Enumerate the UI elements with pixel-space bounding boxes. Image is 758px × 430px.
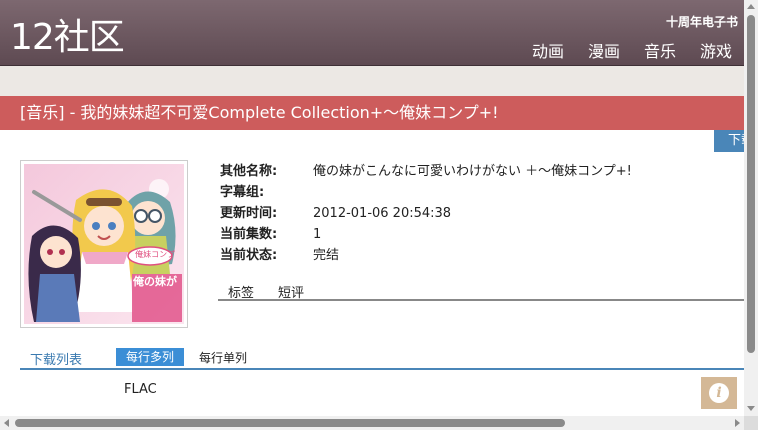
vertical-scroll-thumb[interactable] <box>747 15 755 353</box>
scroll-right-arrow-icon[interactable] <box>735 419 740 427</box>
info-button[interactable]: i <box>701 377 737 409</box>
single-column-toggle[interactable]: 每行单列 <box>199 349 247 366</box>
horizontal-scroll-thumb[interactable] <box>15 419 565 427</box>
info-value: 2012-01-06 20:54:38 <box>313 206 452 221</box>
cover-art-text: 俺の妹が <box>133 275 177 288</box>
sub-header-band <box>0 66 744 96</box>
info-key: 字幕组: <box>220 185 265 200</box>
page-title: [音乐] - 我的妹妹超不可爱Complete Collection+～俺妹コン… <box>0 96 744 130</box>
info-key: 当前状态: <box>220 248 278 263</box>
scrollbar-corner <box>744 416 758 430</box>
vertical-scrollbar[interactable] <box>744 0 758 416</box>
scroll-up-arrow-icon[interactable] <box>747 4 755 9</box>
page-viewport: 12社区 十周年电子书 动画 漫画 音乐 游戏 [音乐] - 我的妹妹超不可爱C… <box>0 0 744 416</box>
site-header: 12社区 十周年电子书 动画 漫画 音乐 游戏 <box>0 0 744 66</box>
nav-item-manga[interactable]: 漫画 <box>588 38 620 62</box>
nav-item-games[interactable]: 游戏 <box>700 38 732 62</box>
nav-item-anime[interactable]: 动画 <box>532 38 564 62</box>
cover-badge-text: 俺妹コンプ <box>135 250 175 259</box>
info-icon: i <box>709 383 729 403</box>
info-key: 更新时间: <box>220 206 278 221</box>
info-key: 其他名称: <box>220 164 278 179</box>
horizontal-scrollbar[interactable] <box>0 416 744 430</box>
download-button[interactable]: 下载 <box>714 130 744 152</box>
info-value: 俺の妹がこんなに可愛いわけがない ＋～俺妹コンプ+! <box>313 164 632 179</box>
scroll-left-arrow-icon[interactable] <box>4 419 9 427</box>
download-list-header: 下载列表 每行多列 每行单列 <box>20 348 744 370</box>
ebook-link[interactable]: 十周年电子书 <box>666 13 738 30</box>
download-list-title[interactable]: 下载列表 <box>30 349 82 368</box>
site-logo[interactable]: 12社区 <box>10 14 125 62</box>
info-key: 当前集数: <box>220 227 278 242</box>
info-value: 完结 <box>313 248 340 263</box>
multi-column-toggle[interactable]: 每行多列 <box>116 348 185 366</box>
tab-tags[interactable]: 标签 <box>228 282 254 301</box>
tab-comments[interactable]: 短评 <box>278 282 304 301</box>
detail-tabs: 标签 短评 <box>218 282 744 301</box>
nav-item-music[interactable]: 音乐 <box>644 38 676 62</box>
file-format-label: FLAC <box>124 382 157 397</box>
album-cover[interactable]: 俺妹コンプ 俺の妹が <box>20 160 188 328</box>
info-value: 1 <box>313 227 322 242</box>
main-nav: 动画 漫画 音乐 游戏 <box>532 38 732 62</box>
cover-art <box>24 164 184 324</box>
scroll-down-arrow-icon[interactable] <box>747 406 755 411</box>
